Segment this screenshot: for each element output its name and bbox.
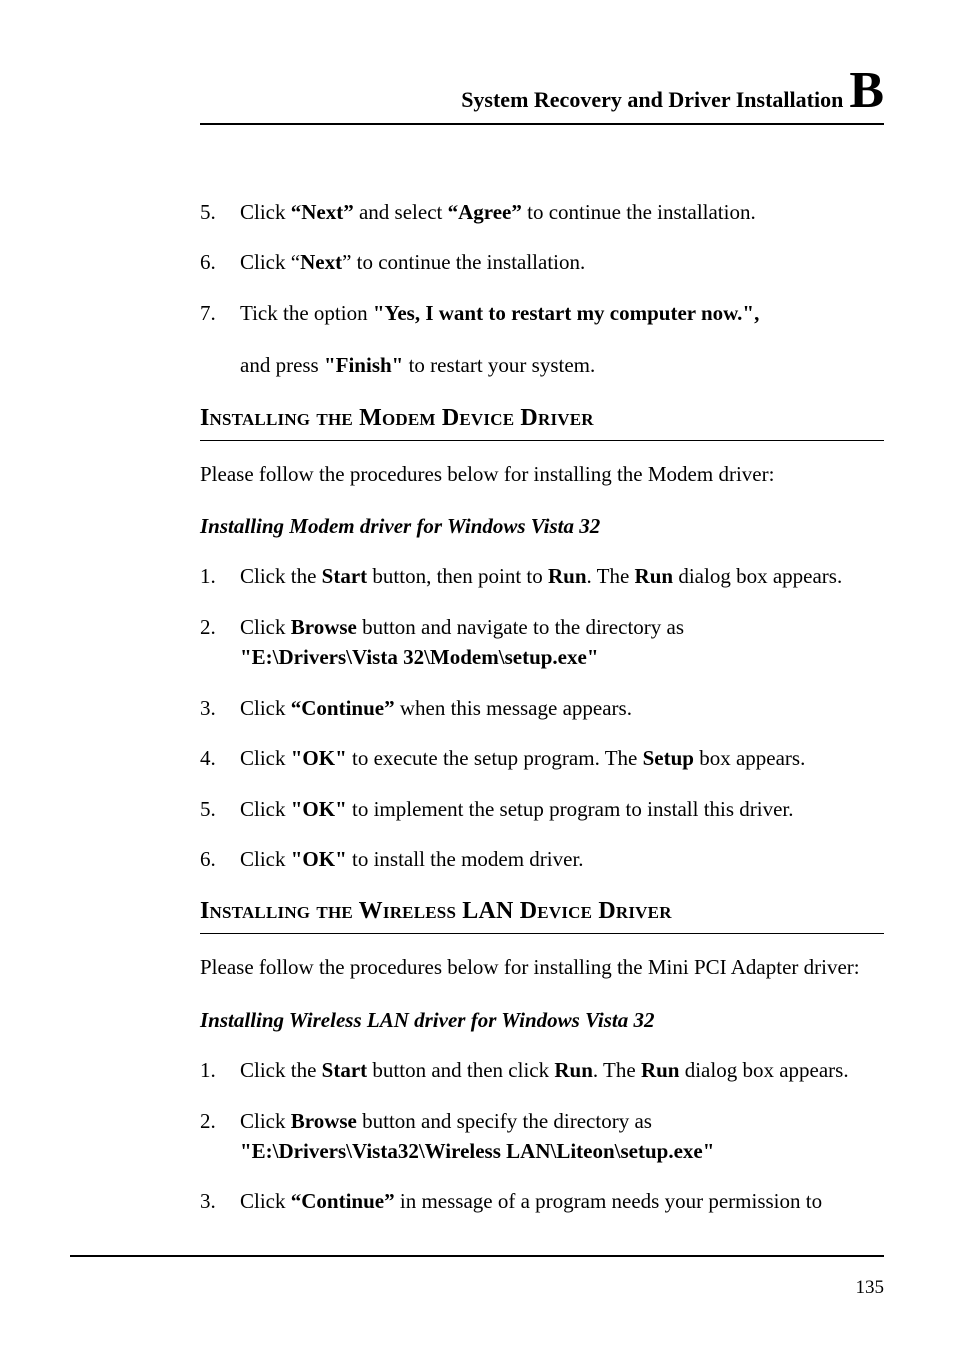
- list-body: Click Browse button and specify the dire…: [240, 1106, 884, 1167]
- list-number: 3.: [200, 693, 240, 723]
- modem-list: 1. Click the Start button, then point to…: [200, 561, 884, 874]
- wlan-subhead: Installing Wireless LAN driver for Windo…: [200, 1005, 884, 1035]
- list-body: Click “Continue” when this message appea…: [240, 693, 884, 723]
- list-body: Click the Start button and then click Ru…: [240, 1055, 884, 1085]
- page-number: 135: [856, 1277, 885, 1299]
- running-title: System Recovery and Driver Installation: [461, 87, 843, 113]
- list-number: 1.: [200, 1055, 240, 1085]
- list-body: Click the Start button, then point to Ru…: [240, 561, 884, 591]
- list-item: 6. Click “Next” to continue the installa…: [200, 247, 884, 277]
- modem-subhead: Installing Modem driver for Windows Vist…: [200, 511, 884, 541]
- content: 5. Click “Next” and select “Agree” to co…: [70, 137, 884, 1217]
- modem-intro: Please follow the procedures below for i…: [200, 459, 884, 489]
- list-number: 4.: [200, 743, 240, 773]
- list-number: 6.: [200, 844, 240, 874]
- running-head: System Recovery and Driver Installation …: [200, 65, 884, 117]
- list-number: 3.: [200, 1186, 240, 1216]
- list-body: Click “Next” to continue the installatio…: [240, 247, 884, 277]
- heading-rule: [200, 933, 884, 934]
- list-number: 1.: [200, 561, 240, 591]
- list-number: 6.: [200, 247, 240, 277]
- list-number: 2.: [200, 612, 240, 673]
- list-body: Click “Continue” in message of a program…: [240, 1186, 884, 1216]
- footer-rule: [70, 1255, 884, 1257]
- list-item: 4. Click "OK" to execute the setup progr…: [200, 743, 884, 773]
- list-number: 5.: [200, 197, 240, 227]
- list-body: Click "OK" to execute the setup program.…: [240, 743, 884, 773]
- header-rule: [200, 123, 884, 125]
- list-item: 5. Click “Next” and select “Agree” to co…: [200, 197, 884, 227]
- list-item: 6. Click "OK" to install the modem drive…: [200, 844, 884, 874]
- list-item: 2. Click Browse button and specify the d…: [200, 1106, 884, 1167]
- list-item: 7. Tick the option "Yes, I want to resta…: [200, 298, 884, 381]
- list-item: 2. Click Browse button and navigate to t…: [200, 612, 884, 673]
- list-body: Click Browse button and navigate to the …: [240, 612, 884, 673]
- list-body: Tick the option "Yes, I want to restart …: [240, 298, 884, 381]
- list-item: 1. Click the Start button and then click…: [200, 1055, 884, 1085]
- list-number: 2.: [200, 1106, 240, 1167]
- top-list: 5. Click “Next” and select “Agree” to co…: [200, 197, 884, 381]
- list-item: 3. Click “Continue” in message of a prog…: [200, 1186, 884, 1216]
- heading-rule: [200, 440, 884, 441]
- heading-modem: Installing the Modem Device Driver: [200, 401, 884, 436]
- list-item: 1. Click the Start button, then point to…: [200, 561, 884, 591]
- list-number: 5.: [200, 794, 240, 824]
- heading-wlan: Installing the Wireless LAN Device Drive…: [200, 894, 884, 929]
- wlan-list: 1. Click the Start button and then click…: [200, 1055, 884, 1217]
- list-number: 7.: [200, 298, 240, 381]
- wlan-intro: Please follow the procedures below for i…: [200, 952, 884, 982]
- list-body: Click “Next” and select “Agree” to conti…: [240, 197, 884, 227]
- list-item: 3. Click “Continue” when this message ap…: [200, 693, 884, 723]
- appendix-letter: B: [849, 65, 884, 117]
- list-body: Click "OK" to implement the setup progra…: [240, 794, 884, 824]
- list-body: Click "OK" to install the modem driver.: [240, 844, 884, 874]
- list-item: 5. Click "OK" to implement the setup pro…: [200, 794, 884, 824]
- page: System Recovery and Driver Installation …: [0, 0, 954, 1355]
- header: System Recovery and Driver Installation …: [70, 65, 884, 125]
